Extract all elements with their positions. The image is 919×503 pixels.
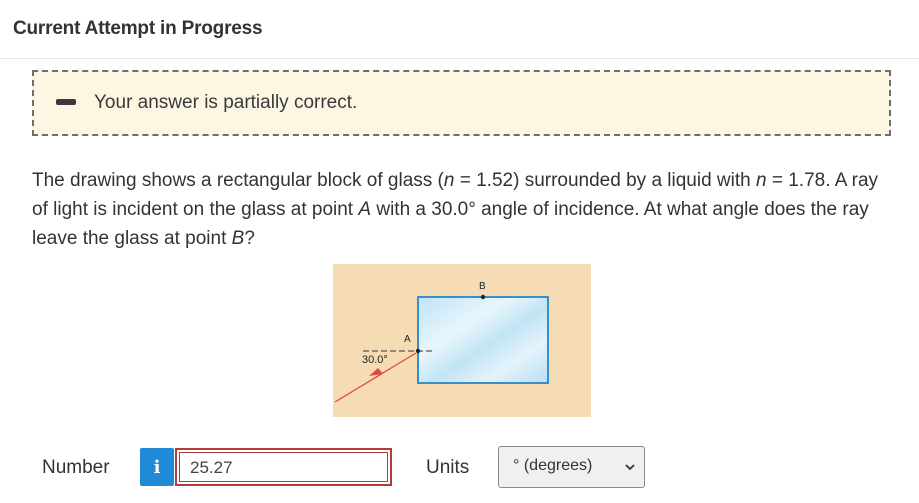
variable-n: n	[756, 170, 767, 191]
answer-value[interactable]: 25.27	[179, 452, 388, 482]
glass-block-figure: A B 30.0°	[333, 264, 591, 417]
units-dropdown[interactable]: ° (degrees)	[498, 446, 645, 488]
page-title: Current Attempt in Progress	[13, 18, 263, 39]
units-selected-value: ° (degrees)	[513, 457, 593, 474]
units-label: Units	[426, 457, 470, 478]
answer-row: Number i 25.27 Units ° (degrees)	[0, 446, 919, 488]
point-a-dot	[415, 348, 421, 354]
number-label: Number	[42, 457, 110, 478]
question-text: The drawing shows a rectangular block of…	[32, 166, 894, 253]
variable-n: n	[443, 170, 455, 191]
chevron-down-icon	[625, 464, 635, 471]
point-b: B	[231, 228, 245, 249]
feedback-message: Your answer is partially correct.	[94, 92, 358, 113]
question-text-part: ?	[244, 228, 255, 249]
angle-label: 30.0°	[362, 354, 388, 366]
question-text-part: = 1.52) surrounded by a liquid with	[454, 170, 756, 191]
point-b-label: B	[479, 281, 486, 292]
glass-block	[417, 296, 549, 384]
answer-input[interactable]: 25.27	[175, 448, 392, 486]
divider	[0, 58, 919, 59]
feedback-banner: Your answer is partially correct.	[32, 70, 891, 136]
point-a-label: A	[404, 334, 411, 345]
partial-correct-icon	[56, 99, 76, 105]
point-b-dot	[480, 294, 486, 300]
point-a: A	[358, 199, 372, 220]
info-icon[interactable]: i	[140, 448, 174, 486]
question-text-part: The drawing shows a rectangular block of…	[32, 170, 444, 191]
